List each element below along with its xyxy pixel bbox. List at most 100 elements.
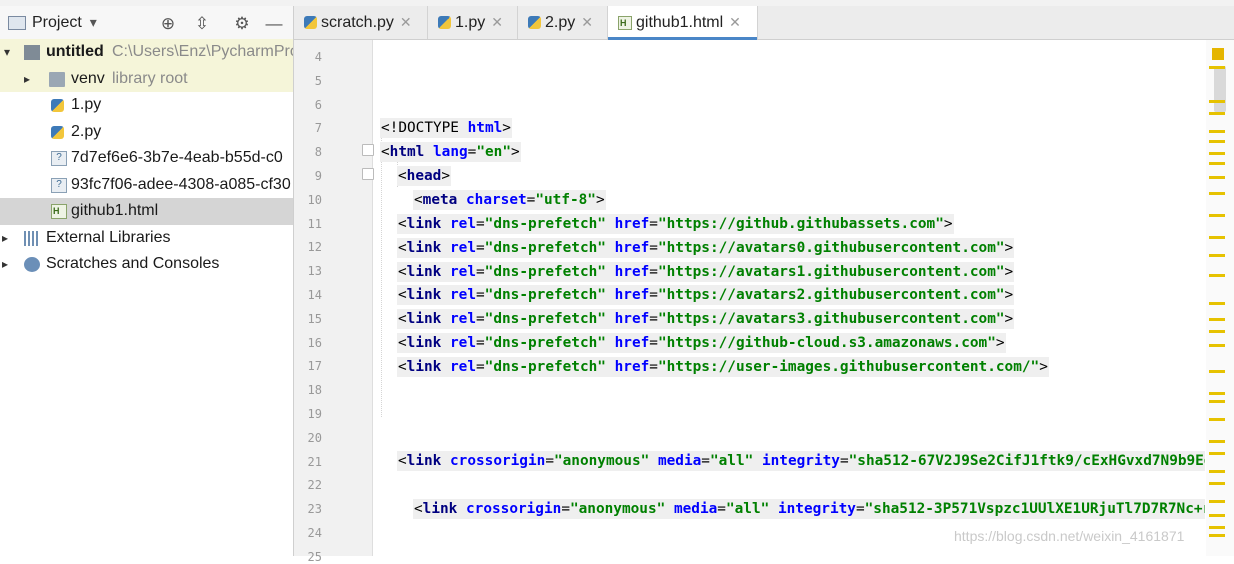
code-line-13: <link rel="dns-prefetch" href="https://a…	[397, 261, 1015, 282]
line-number: 12	[307, 240, 322, 255]
stripe-marker[interactable]	[1209, 130, 1225, 133]
line-number: 25	[307, 549, 322, 564]
code-token: "sha512-67V2J9Se2CifJ1ftk9/cExHGvxd7N9b9…	[848, 453, 1205, 469]
close-icon[interactable]: ✕	[491, 14, 503, 31]
code-token: media	[657, 453, 702, 469]
tree-item-untitled[interactable]: ▾ untitled C:\Users\Enz\PycharmPro	[0, 39, 293, 66]
stripe-marker[interactable]	[1209, 302, 1225, 305]
chevron-right-icon[interactable]: ▸	[24, 66, 30, 93]
code-token: "dns-prefetch"	[484, 239, 606, 256]
code-token: rel	[450, 335, 476, 351]
code-token: head	[406, 168, 442, 184]
code-editor[interactable]: <!DOCTYPE html> <html lang="en"> <head> …	[373, 40, 1205, 556]
stripe-marker[interactable]	[1209, 514, 1225, 517]
project-view-icon	[8, 15, 26, 30]
line-number: 4	[314, 50, 322, 64]
code-token: rel	[450, 311, 476, 328]
code-token: "sha512-3P571Vspzc1UUlXE1URjuTl7D7R7Nc+r…	[864, 501, 1205, 517]
tree-item-label: 93fc7f06-adee-4308-a085-cf30	[71, 175, 291, 193]
stripe-marker[interactable]	[1209, 214, 1225, 217]
stripe-marker[interactable]	[1209, 534, 1225, 537]
code-token: "en"	[476, 144, 511, 160]
hide-panel-icon[interactable]: —	[264, 14, 284, 34]
python-file-icon	[304, 16, 317, 29]
line-number: 7	[314, 121, 322, 136]
code-token: "https://avatars0.githubusercontent.com"	[657, 239, 1005, 256]
python-file-icon	[528, 16, 541, 29]
tree-item-label: 1.py	[71, 96, 102, 113]
stripe-marker[interactable]	[1209, 192, 1225, 195]
tree-item-scratches[interactable]: ▸ Scratches and Consoles	[0, 251, 293, 278]
tree-item-label: github1.html	[71, 202, 159, 219]
error-stripe[interactable]	[1206, 40, 1234, 556]
stripe-marker[interactable]	[1209, 470, 1225, 473]
chevron-right-icon[interactable]: ▸	[2, 251, 8, 278]
close-icon[interactable]: ✕	[400, 14, 412, 31]
stripe-marker[interactable]	[1209, 100, 1225, 103]
stripe-marker[interactable]	[1209, 274, 1225, 277]
tab-label: 1.py	[455, 13, 486, 31]
stripe-marker[interactable]	[1209, 400, 1225, 403]
line-number: 9	[314, 169, 322, 183]
vertical-scrollbar[interactable]	[1214, 66, 1226, 112]
stripe-marker[interactable]	[1209, 344, 1225, 347]
stripe-marker[interactable]	[1209, 526, 1225, 529]
tree-item-unknown-file-1[interactable]: ? 7d7ef6e6-3b7e-4eab-b55d-c0	[0, 145, 293, 172]
code-token: >	[510, 144, 520, 160]
stripe-marker[interactable]	[1209, 112, 1225, 115]
python-file-icon	[438, 16, 451, 29]
code-token: href	[614, 287, 650, 304]
tab-scratch-py[interactable]: scratch.py ✕	[294, 6, 428, 39]
stripe-marker[interactable]	[1209, 482, 1225, 485]
stripe-marker[interactable]	[1209, 330, 1225, 333]
line-number: 8	[314, 145, 322, 160]
stripe-marker[interactable]	[1209, 140, 1225, 143]
stripe-marker[interactable]	[1209, 162, 1225, 165]
stripe-marker[interactable]	[1209, 176, 1225, 179]
chevron-down-icon[interactable]: ▾	[4, 39, 10, 66]
tree-item-1py[interactable]: 1.py	[0, 92, 293, 119]
tab-2py[interactable]: 2.py ✕	[518, 6, 608, 39]
line-number: 17	[307, 359, 322, 374]
unknown-file-icon: ?	[51, 151, 67, 166]
tab-label: github1.html	[636, 13, 724, 31]
stripe-marker[interactable]	[1209, 418, 1225, 421]
stripe-marker[interactable]	[1209, 236, 1225, 239]
tree-item-venv[interactable]: ▸ venv library root	[0, 65, 293, 93]
python-file-icon	[51, 99, 64, 112]
code-token: link	[406, 263, 442, 280]
tree-item-unknown-file-2[interactable]: ? 93fc7f06-adee-4308-a085-cf30	[0, 172, 293, 199]
stripe-marker[interactable]	[1209, 152, 1225, 155]
stripe-marker[interactable]	[1209, 254, 1225, 257]
chevron-right-icon[interactable]: ▸	[2, 225, 8, 252]
locate-file-icon[interactable]: ⊕	[158, 14, 178, 34]
code-line-23: <link crossorigin="anonymous" media="all…	[413, 497, 1205, 521]
chevron-down-icon[interactable]: ▾	[90, 14, 97, 31]
tree-item-github1-html[interactable]: H github1.html	[0, 198, 293, 225]
code-token: <	[398, 168, 407, 184]
line-number: 5	[314, 73, 322, 88]
stripe-marker[interactable]	[1209, 318, 1225, 321]
tab-1py[interactable]: 1.py ✕	[428, 6, 518, 39]
stripe-marker[interactable]	[1209, 370, 1225, 373]
close-icon[interactable]: ✕	[729, 14, 741, 31]
tree-item-label: venv	[71, 69, 105, 87]
stripe-marker[interactable]	[1209, 452, 1225, 455]
html-file-icon: H	[51, 204, 67, 219]
collapse-all-icon[interactable]: ⇳	[192, 14, 212, 34]
stripe-marker[interactable]	[1209, 392, 1225, 395]
tree-item-external-libraries[interactable]: ▸ External Libraries	[0, 225, 293, 252]
line-number: 11	[307, 216, 322, 231]
code-token: rel	[450, 216, 476, 232]
tree-item-2py[interactable]: 2.py	[0, 119, 293, 146]
stripe-marker[interactable]	[1209, 440, 1225, 443]
stripe-marker[interactable]	[1209, 500, 1225, 503]
stripe-marker[interactable]	[1209, 66, 1225, 69]
tab-github1-html[interactable]: H github1.html ✕	[608, 6, 758, 40]
code-token: href	[614, 335, 650, 351]
stripe-marker[interactable]	[1212, 48, 1224, 60]
project-view-title[interactable]: Project	[32, 14, 82, 32]
library-icon	[24, 230, 40, 246]
gear-icon[interactable]: ⚙	[232, 14, 252, 34]
close-icon[interactable]: ✕	[581, 14, 593, 31]
